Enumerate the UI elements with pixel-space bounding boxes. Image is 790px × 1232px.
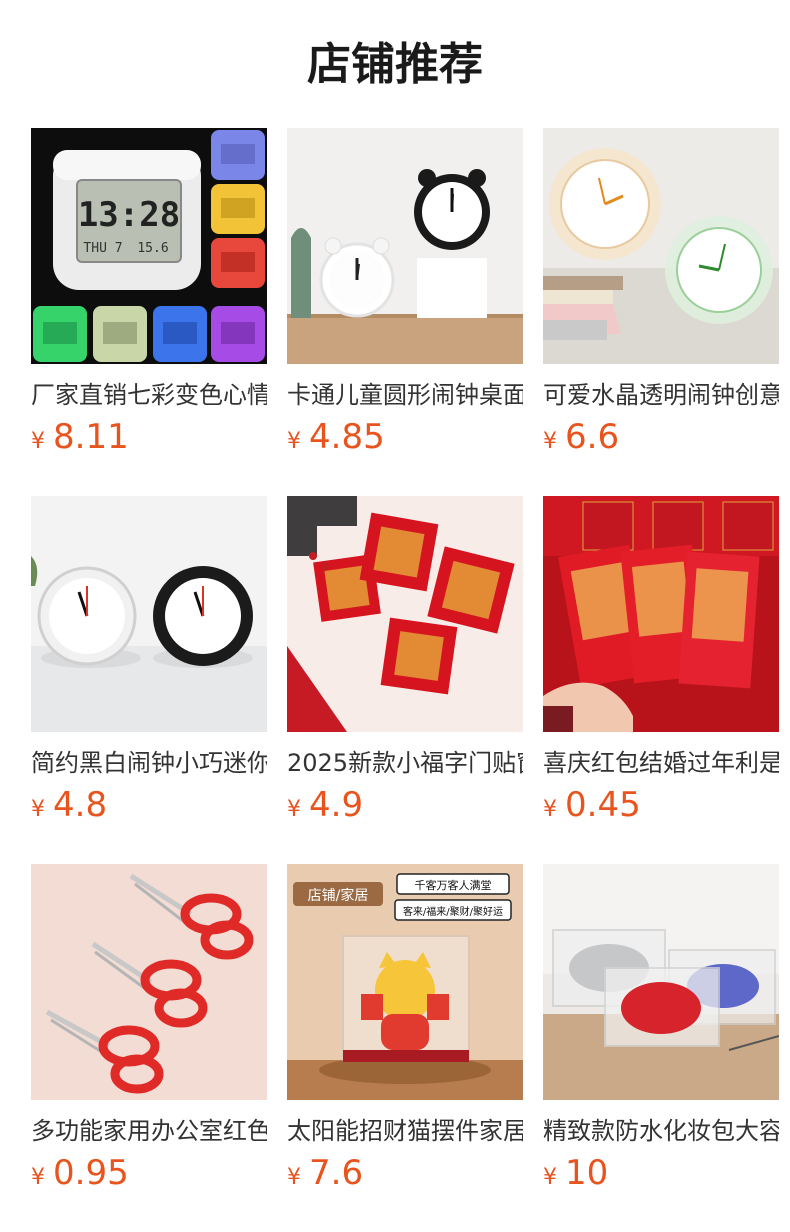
flower-shaped-clocks-image (543, 128, 779, 364)
product-card[interactable]: 精致款防水化妆包大容量 ¥10 (543, 864, 779, 1232)
product-card[interactable]: 简约黑白闹钟小巧迷你桌面钟 ¥4.8 (31, 496, 267, 864)
product-card[interactable]: 店铺/家居 千客万客人满堂 客来/福来/聚财/聚好运 太阳能招财猫摆件家居装饰 … (287, 864, 523, 1232)
product-image[interactable] (31, 864, 267, 1100)
currency-symbol: ¥ (287, 797, 301, 822)
product-card[interactable]: 2025新款小福字门贴窗花 ¥4.9 (287, 496, 523, 864)
svg-text:THU 7: THU 7 (83, 241, 122, 256)
product-name[interactable]: 多功能家用办公室红色剪刀 (31, 1114, 267, 1148)
product-price: ¥10 (543, 1150, 779, 1202)
product-row: 简约黑白闹钟小巧迷你桌面钟 ¥4.8 (31, 496, 779, 864)
color-changing-cube-clock-image: 13:28 THU 7 15.6 (31, 128, 267, 364)
product-name[interactable]: 卡通儿童圆形闹钟桌面摆件 (287, 378, 523, 412)
product-image[interactable]: 店铺/家居 千客万客人满堂 客来/福来/聚财/聚好运 (287, 864, 523, 1100)
product-image[interactable]: 13:28 THU 7 15.6 (31, 128, 267, 364)
product-card[interactable]: 喜庆红包结婚过年利是封 ¥0.45 (543, 496, 779, 864)
price-value: 8.11 (53, 417, 129, 457)
white-black-alarm-clocks-image (287, 128, 523, 364)
section-title: 店铺推荐 (307, 39, 483, 90)
product-price: ¥8.11 (31, 414, 267, 466)
product-image[interactable] (543, 128, 779, 364)
fortune-badge: 客来/福来/聚财/聚好运 (403, 905, 503, 918)
product-card[interactable]: 多功能家用办公室红色剪刀 ¥0.95 (31, 864, 267, 1232)
product-name[interactable]: 太阳能招财猫摆件家居装饰 (287, 1114, 523, 1148)
product-price: ¥4.85 (287, 414, 523, 466)
price-value: 4.9 (309, 785, 364, 825)
fu-character-stickers-image (287, 496, 523, 732)
price-value: 7.6 (309, 1153, 364, 1193)
product-row: 多功能家用办公室红色剪刀 ¥0.95 店铺/家居 (31, 864, 779, 1232)
currency-symbol: ¥ (287, 1165, 301, 1190)
price-value: 4.8 (53, 785, 108, 825)
product-name[interactable]: 厂家直销七彩变色心情小闹钟 (31, 378, 267, 412)
product-card[interactable]: 可爱水晶透明闹钟创意摆件 ¥6.6 (543, 128, 779, 496)
product-row: 13:28 THU 7 15.6 厂家直销七彩变色心情 ¥ 8.11 卡通儿童圆… (31, 128, 779, 496)
product-image[interactable] (287, 128, 523, 364)
product-image[interactable] (287, 496, 523, 732)
currency-symbol: ¥ (31, 797, 45, 822)
price-value: 0.95 (53, 1153, 129, 1193)
product-card[interactable]: 卡通儿童圆形闹钟桌面摆件 ¥4.85 (287, 128, 523, 496)
product-price: ¥7.6 (287, 1150, 523, 1202)
product-price: ¥0.45 (543, 782, 779, 834)
currency-symbol: ¥ (31, 429, 45, 454)
product-price: ¥4.8 (31, 782, 267, 834)
product-image[interactable] (543, 496, 779, 732)
currency-symbol: ¥ (543, 797, 557, 822)
slogan-badge: 千客万客人满堂 (415, 878, 492, 892)
product-image[interactable] (543, 864, 779, 1100)
product-name[interactable]: 简约黑白闹钟小巧迷你桌面钟 (31, 746, 267, 780)
lucky-cat-figure-image: 店铺/家居 千客万客人满堂 客来/福来/聚财/聚好运 (287, 864, 523, 1100)
black-white-mini-clocks-image (31, 496, 267, 732)
price-value: 4.85 (309, 417, 385, 457)
red-envelopes-image (543, 496, 779, 732)
product-price: ¥4.9 (287, 782, 523, 834)
product-name[interactable]: 喜庆红包结婚过年利是封 (543, 746, 779, 780)
currency-symbol: ¥ (543, 429, 557, 454)
transparent-cosmetic-bags-image (543, 864, 779, 1100)
svg-text:15.6: 15.6 (137, 241, 168, 256)
shop-badge: 店铺/家居 (308, 887, 369, 904)
product-price: ¥0.95 (31, 1150, 267, 1202)
currency-symbol: ¥ (543, 1165, 557, 1190)
product-grid: 13:28 THU 7 15.6 厂家直销七彩变色心情 ¥ 8.11 卡通儿童圆… (31, 128, 779, 1232)
product-price: ¥6.6 (543, 414, 779, 466)
currency-symbol: ¥ (31, 1165, 45, 1190)
price-value: 6.6 (565, 417, 620, 457)
product-card[interactable]: 13:28 THU 7 15.6 厂家直销七彩变色心情 ¥ 8.11 (31, 128, 267, 496)
currency-symbol: ¥ (287, 429, 301, 454)
product-name[interactable]: 2025新款小福字门贴窗花 (287, 746, 523, 780)
product-name[interactable]: 精致款防水化妆包大容量 (543, 1114, 779, 1148)
price-value: 10 (565, 1153, 609, 1193)
red-scissors-image (31, 864, 267, 1100)
svg-text:13:28: 13:28 (78, 195, 180, 235)
price-value: 0.45 (565, 785, 641, 825)
product-image[interactable] (31, 496, 267, 732)
product-name[interactable]: 可爱水晶透明闹钟创意摆件 (543, 378, 779, 412)
